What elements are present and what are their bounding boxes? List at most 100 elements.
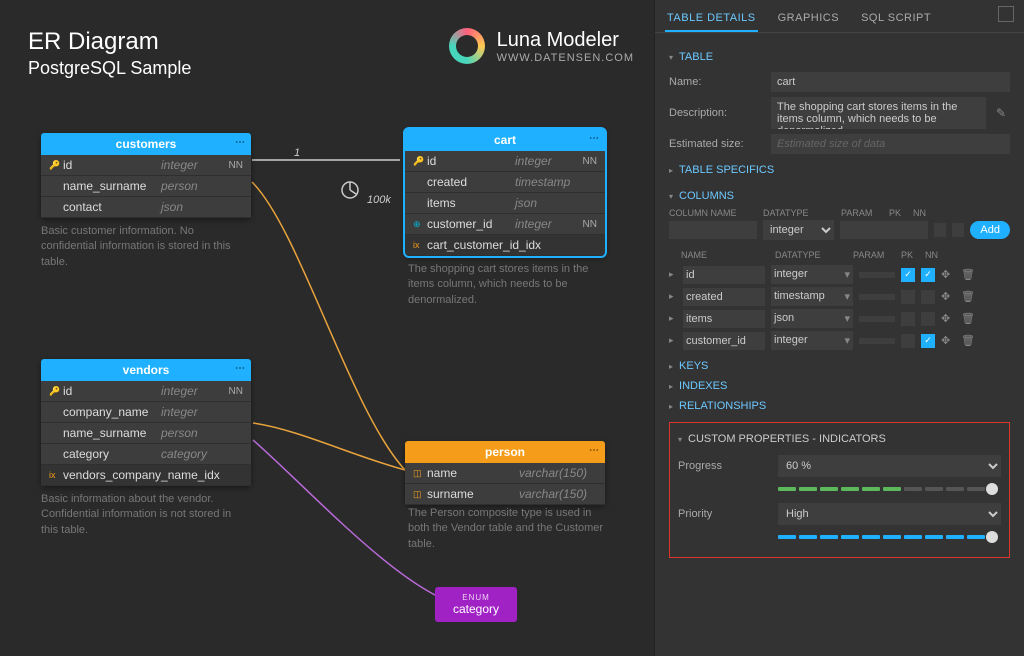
col-param[interactable] bbox=[859, 338, 895, 344]
new-col-type-select[interactable]: integer bbox=[763, 220, 834, 240]
delete-icon[interactable]: 🗑 bbox=[961, 334, 975, 347]
chevron-down-icon: ▾ bbox=[678, 435, 682, 444]
table-header[interactable]: vendors ⋯ bbox=[41, 359, 251, 381]
desc-input[interactable]: The shopping cart stores items in the it… bbox=[771, 97, 986, 129]
column-row[interactable]: ▸ customer_id integer ▾ ✓ ✥ 🗑 bbox=[669, 331, 1010, 350]
menu-icon[interactable]: ⋯ bbox=[235, 137, 245, 148]
section-specifics[interactable]: ▸TABLE SPECIFICS bbox=[669, 160, 1010, 180]
col-pk-checkbox[interactable] bbox=[901, 290, 915, 304]
section-relationships[interactable]: ▸RELATIONSHIPS bbox=[669, 396, 1010, 416]
table-row[interactable]: ◫namevarchar(150) bbox=[405, 463, 605, 484]
col-nn-checkbox[interactable] bbox=[921, 290, 935, 304]
diagram-canvas[interactable]: ER Diagram PostgreSQL Sample Luna Modele… bbox=[0, 0, 654, 656]
tab-table-details[interactable]: TABLE DETAILS bbox=[665, 6, 758, 32]
progress-select[interactable]: 60 % bbox=[778, 455, 1001, 477]
table-row[interactable]: ⊕customer_idintegerNN bbox=[405, 214, 605, 235]
chevron-right-icon: ▸ bbox=[669, 166, 673, 175]
layout-icon[interactable] bbox=[998, 6, 1014, 22]
col-param[interactable] bbox=[859, 272, 895, 278]
table-row[interactable]: createdtimestamp bbox=[405, 172, 605, 193]
table-cart[interactable]: cart ⋯ 🔑idintegerNN createdtimestamp ite… bbox=[405, 129, 605, 256]
table-row[interactable]: ◫surnamevarchar(150) bbox=[405, 484, 605, 505]
name-label: Name: bbox=[669, 76, 761, 88]
delete-icon[interactable]: 🗑 bbox=[961, 290, 975, 303]
col-pk-checkbox[interactable] bbox=[901, 312, 915, 326]
new-col-pk-checkbox[interactable] bbox=[934, 223, 946, 237]
delete-icon[interactable]: 🗑 bbox=[961, 268, 975, 281]
add-column-button[interactable]: Add bbox=[970, 221, 1010, 239]
table-desc: Basic information about the vendor. Conf… bbox=[41, 492, 251, 538]
index-icon: ix bbox=[49, 470, 63, 480]
table-row[interactable]: name_surnameperson bbox=[41, 423, 251, 444]
table-row[interactable]: company_nameinteger bbox=[41, 402, 251, 423]
move-icon[interactable]: ✥ bbox=[941, 290, 955, 303]
col-name[interactable]: items bbox=[683, 310, 765, 328]
section-custom[interactable]: ▾CUSTOM PROPERTIES - INDICATORS bbox=[678, 429, 1001, 449]
move-icon[interactable]: ✥ bbox=[941, 268, 955, 281]
table-header[interactable]: customers ⋯ bbox=[41, 133, 251, 155]
index-row[interactable]: ixcart_customer_id_idx bbox=[405, 235, 605, 256]
table-header[interactable]: cart ⋯ bbox=[405, 129, 605, 151]
new-col-nn-checkbox[interactable] bbox=[952, 223, 964, 237]
table-row[interactable]: 🔑idintegerNN bbox=[405, 151, 605, 172]
edit-icon[interactable]: ✎ bbox=[996, 106, 1010, 120]
table-customers[interactable]: customers ⋯ 🔑idintegerNN name_surnameper… bbox=[41, 133, 251, 218]
pk-icon: 🔑 bbox=[49, 160, 63, 171]
index-row[interactable]: ixvendors_company_name_idx bbox=[41, 465, 251, 486]
col-name[interactable]: id bbox=[683, 266, 765, 284]
enum-category[interactable]: ENUM category bbox=[435, 587, 517, 622]
column-row[interactable]: ▸ id integer ▾ ✓ ✓ ✥ 🗑 bbox=[669, 265, 1010, 284]
table-row[interactable]: contactjson bbox=[41, 197, 251, 218]
section-columns[interactable]: ▾COLUMNS bbox=[669, 186, 1010, 206]
tab-graphics[interactable]: GRAPHICS bbox=[776, 6, 841, 32]
table-person[interactable]: person ⋯ ◫namevarchar(150) ◫surnamevarch… bbox=[405, 441, 605, 505]
move-icon[interactable]: ✥ bbox=[941, 312, 955, 325]
col-type[interactable]: integer ▾ bbox=[771, 331, 853, 350]
col-param[interactable] bbox=[859, 316, 895, 322]
chevron-right-icon: ▸ bbox=[669, 402, 673, 411]
col-name[interactable]: created bbox=[683, 288, 765, 306]
section-keys[interactable]: ▸KEYS bbox=[669, 356, 1010, 376]
table-title: customers bbox=[116, 137, 177, 151]
type-icon: ◫ bbox=[413, 489, 427, 500]
move-icon[interactable]: ✥ bbox=[941, 334, 955, 347]
new-col-param-input[interactable] bbox=[840, 221, 928, 239]
priority-slider[interactable] bbox=[778, 531, 1001, 543]
enum-name: category bbox=[453, 602, 499, 616]
table-row[interactable]: 🔑idintegerNN bbox=[41, 155, 251, 176]
table-row[interactable]: itemsjson bbox=[405, 193, 605, 214]
table-row[interactable]: name_surnameperson bbox=[41, 176, 251, 197]
column-row[interactable]: ▸ created timestamp ▾ ✥ 🗑 bbox=[669, 287, 1010, 306]
new-col-name-input[interactable] bbox=[669, 221, 757, 239]
section-indexes[interactable]: ▸INDEXES bbox=[669, 376, 1010, 396]
priority-select[interactable]: High bbox=[778, 503, 1001, 525]
delete-icon[interactable]: 🗑 bbox=[961, 312, 975, 325]
index-icon: ix bbox=[413, 240, 427, 250]
est-size-input[interactable] bbox=[771, 134, 1010, 154]
menu-icon[interactable]: ⋯ bbox=[589, 133, 599, 144]
table-title: person bbox=[485, 445, 525, 459]
col-param[interactable] bbox=[859, 294, 895, 300]
menu-icon[interactable]: ⋯ bbox=[589, 445, 599, 456]
col-type[interactable]: timestamp ▾ bbox=[771, 287, 853, 306]
table-vendors[interactable]: vendors ⋯ 🔑idintegerNN company_nameinteg… bbox=[41, 359, 251, 486]
chevron-right-icon: ▸ bbox=[669, 313, 677, 324]
section-table[interactable]: ▾TABLE bbox=[669, 47, 1010, 67]
col-nn-checkbox[interactable]: ✓ bbox=[921, 334, 935, 348]
col-nn-checkbox[interactable] bbox=[921, 312, 935, 326]
col-nn-checkbox[interactable]: ✓ bbox=[921, 268, 935, 282]
table-row[interactable]: categorycategory bbox=[41, 444, 251, 465]
col-pk-checkbox[interactable] bbox=[901, 334, 915, 348]
col-type[interactable]: json ▾ bbox=[771, 309, 853, 328]
progress-slider[interactable] bbox=[778, 483, 1001, 495]
col-type[interactable]: integer ▾ bbox=[771, 265, 853, 284]
menu-icon[interactable]: ⋯ bbox=[235, 363, 245, 374]
tab-sql-script[interactable]: SQL SCRIPT bbox=[859, 6, 933, 32]
column-row[interactable]: ▸ items json ▾ ✥ 🗑 bbox=[669, 309, 1010, 328]
name-input[interactable] bbox=[771, 72, 1010, 92]
col-name[interactable]: customer_id bbox=[683, 332, 765, 350]
table-header[interactable]: person ⋯ bbox=[405, 441, 605, 463]
table-row[interactable]: 🔑idintegerNN bbox=[41, 381, 251, 402]
col-pk-checkbox[interactable]: ✓ bbox=[901, 268, 915, 282]
list-headers: NAMEDATATYPEPARAMPKNN bbox=[669, 248, 1010, 262]
